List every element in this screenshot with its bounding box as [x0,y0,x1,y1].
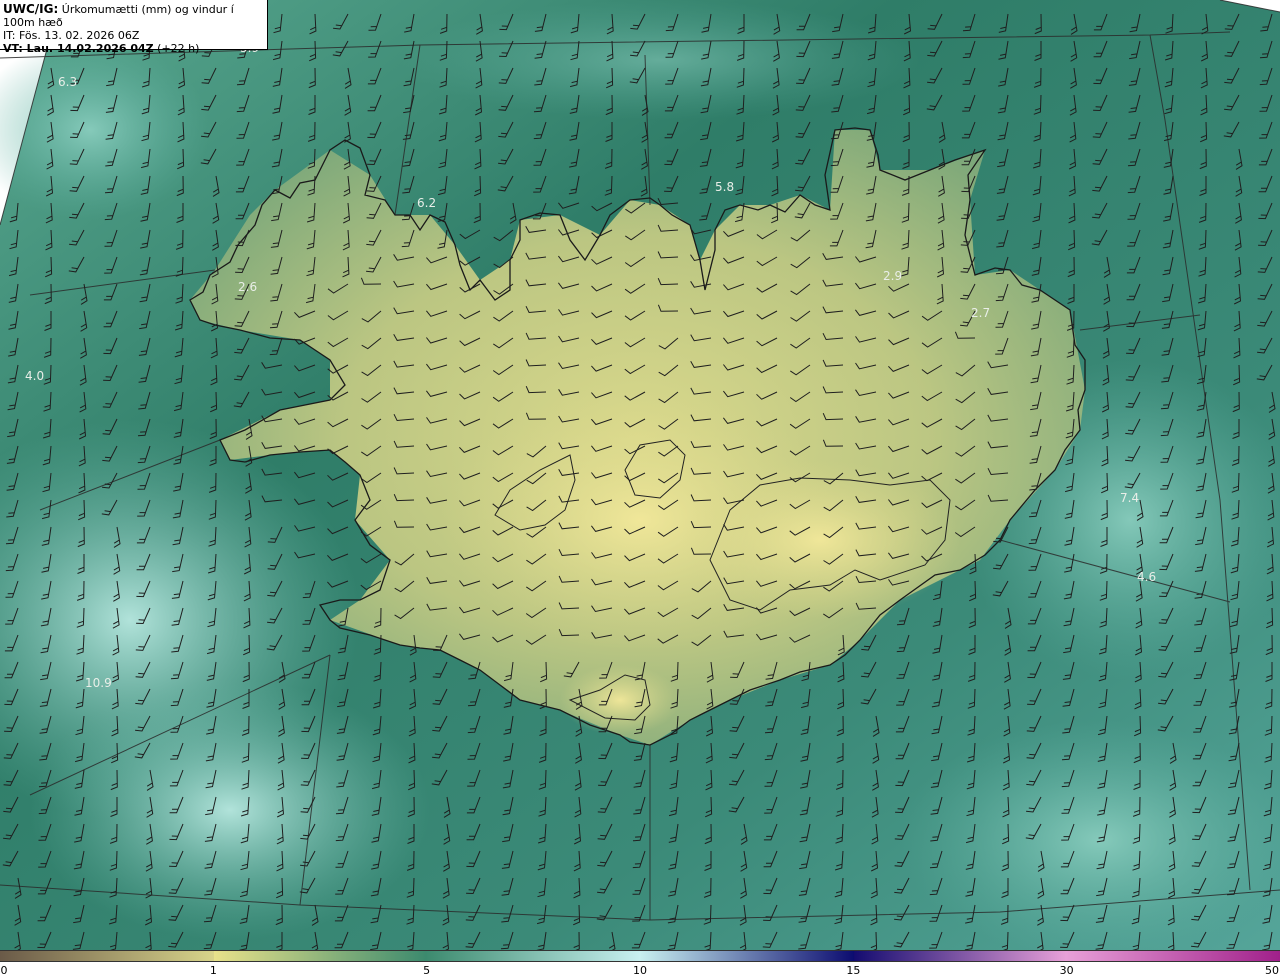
field-label: 6.2 [417,196,436,210]
colorbar-segment [213,951,427,961]
colorbar-segment [853,951,1067,961]
colorbar-tick-label: 1 [209,964,217,977]
init-time-value: Fös. 13. 02. 2026 06Z [18,29,140,42]
colorbar-tick-label: 0 [0,964,8,977]
init-time-line: IT: Fös. 13. 02. 2026 06Z [3,29,267,42]
map-info-box: UWC/IG: Úrkomumætti (mm) og vindur í 100… [0,0,268,55]
product-title-line: UWC/IG: Úrkomumætti (mm) og vindur í 100… [3,2,267,30]
colorbar-tick-label: 30 [1059,964,1074,977]
high-precip-area-s [30,680,430,940]
colorbar-segment [426,951,640,961]
vatnajokull-low-precip [680,460,960,620]
colorbar-tick-label: 15 [846,964,861,977]
colorbar-segment [0,951,214,961]
colorbar-strip [0,950,1280,962]
field-label: 10.9 [85,676,112,690]
myrdalsjokull-low-precip [560,665,680,735]
valid-time-value: Lau. 14.02.2026 04Z [26,42,154,55]
weather-map: 6.3 6.2 5.8 2.9 2.7 2.6 4.0 7.4 4.6 10.9… [0,0,1280,950]
colorbar-segment [1066,951,1280,961]
colorbar: 0 1 5 10 15 30 50 [0,950,1280,978]
colorbar-tick-label: 5 [423,964,431,977]
field-label: 2.6 [238,280,257,294]
field-label: 2.7 [971,306,990,320]
field-label: 5.8 [715,180,734,194]
field-label: 4.6 [1137,570,1156,584]
colorbar-tick-label: 10 [633,964,647,977]
valid-time-offset: (+22 h) [157,42,200,55]
colorbar-tick-label: 50 [1265,964,1279,977]
field-label: 4.0 [25,369,44,383]
field-label: 6.3 [58,75,77,89]
init-time-label: IT: [3,29,16,42]
map-canvas: 6.3 6.2 5.8 2.9 2.7 2.6 4.0 7.4 4.6 10.9… [0,0,1280,950]
valid-time-label: VT: [3,42,23,55]
colorbar-segment [640,951,854,961]
product-code: UWC/IG: [3,2,59,16]
valid-time-line: VT: Lau. 14.02.2026 04Z (+22 h) [3,42,267,55]
field-label: 7.4 [1120,491,1139,505]
field-label: 2.9 [883,269,902,283]
